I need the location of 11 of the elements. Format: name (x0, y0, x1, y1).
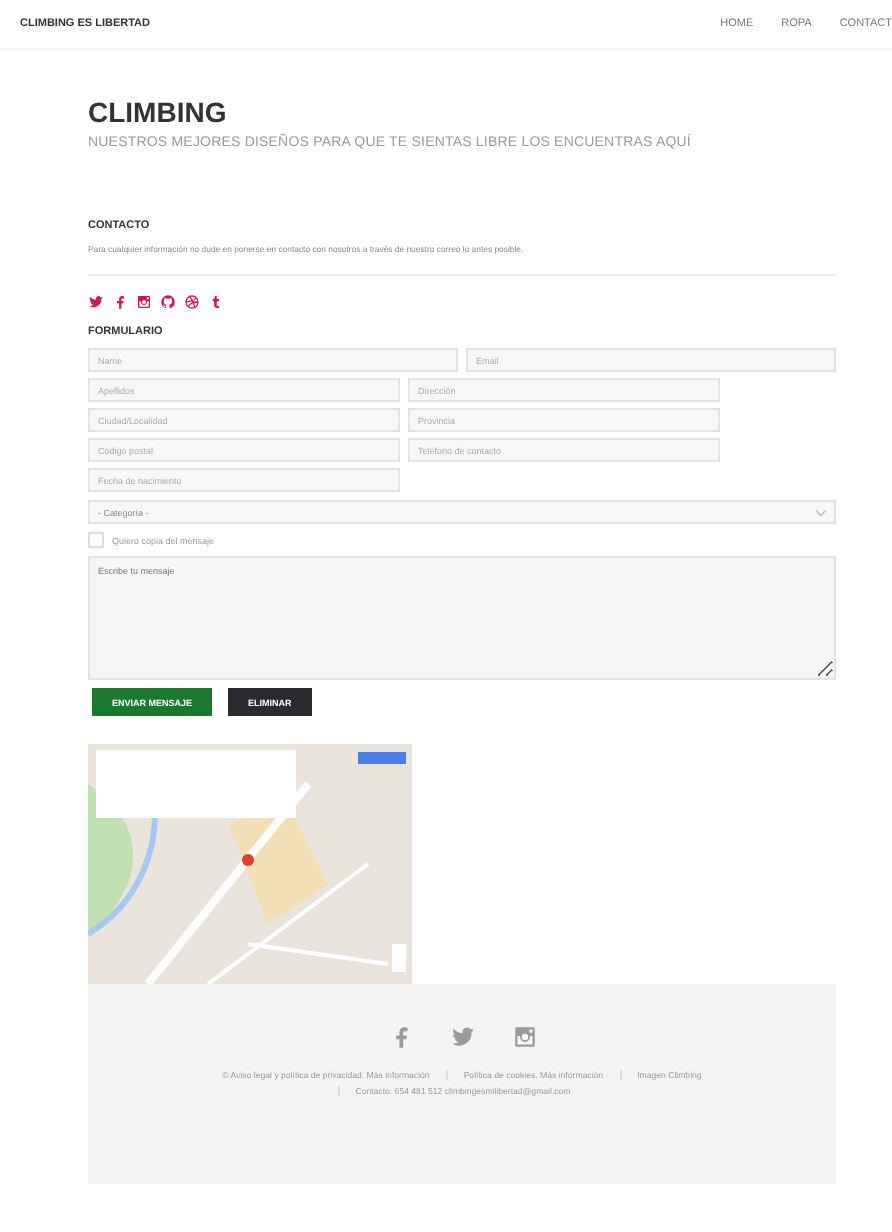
checkbox[interactable] (88, 532, 104, 548)
github-icon[interactable] (160, 294, 176, 310)
dribbble-icon[interactable] (184, 294, 200, 310)
instagram-icon[interactable] (136, 294, 152, 310)
twitter-icon[interactable] (449, 1024, 475, 1050)
facebook-icon[interactable] (112, 294, 128, 310)
page-title: CLIMBING (88, 96, 229, 128)
instagram-icon[interactable] (511, 1024, 537, 1050)
tumblr-icon[interactable] (208, 294, 224, 310)
twitter-icon[interactable] (88, 294, 104, 310)
chevron-down-icon (816, 509, 826, 515)
